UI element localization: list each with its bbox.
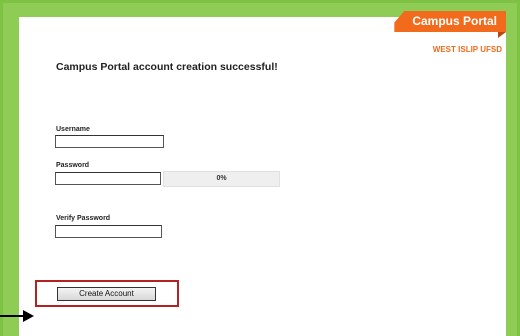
password-strength-meter: 0% bbox=[163, 171, 280, 187]
password-field[interactable] bbox=[55, 172, 161, 185]
username-label: Username bbox=[56, 126, 90, 133]
verify-password-field[interactable] bbox=[55, 225, 162, 238]
page-title: Campus Portal account creation successfu… bbox=[56, 61, 278, 73]
district-name: WEST ISLIP UFSD bbox=[432, 45, 502, 54]
password-label: Password bbox=[56, 162, 90, 169]
arrow-right-icon bbox=[0, 310, 34, 322]
campus-portal-tab: Campus Portal bbox=[394, 11, 506, 32]
verify-password-label: Verify Password bbox=[56, 215, 111, 222]
create-account-button[interactable]: Create Account bbox=[57, 287, 156, 301]
username-field[interactable] bbox=[55, 135, 164, 148]
tab-fold-decoration bbox=[498, 32, 506, 38]
